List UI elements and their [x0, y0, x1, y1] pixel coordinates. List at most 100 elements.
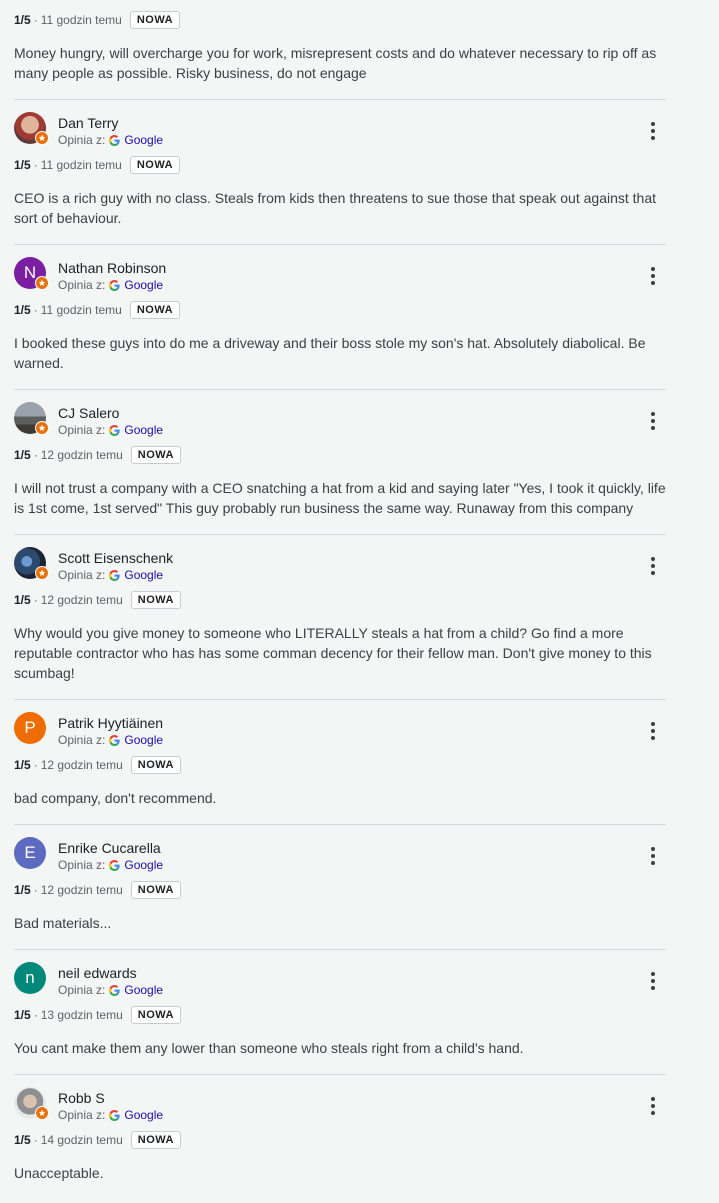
review-header: Robb S Opinia z: Google	[14, 1075, 666, 1127]
review-time: 12 godzin temu	[40, 883, 123, 897]
review-meta: 1/5 · 11 godzin temu NOWA	[14, 152, 666, 178]
separator-dot: ·	[33, 448, 38, 462]
google-link[interactable]: Google	[124, 278, 163, 292]
google-link[interactable]: Google	[124, 983, 163, 997]
source-label: Opinia z:	[58, 733, 106, 747]
review-text: Bad materials...	[14, 915, 112, 931]
review-time: 11 godzin temu	[40, 13, 122, 27]
separator-dot: ·	[33, 1008, 38, 1022]
google-link[interactable]: Google	[124, 733, 163, 747]
google-g-icon	[109, 1109, 121, 1121]
more-options-icon[interactable]	[644, 970, 662, 992]
reviewer-name[interactable]: Robb S	[58, 1090, 105, 1106]
local-guide-icon	[35, 131, 49, 145]
more-options-icon[interactable]	[644, 410, 662, 432]
review-rating: 1/5	[14, 448, 31, 462]
review-text: bad company, don't recommend.	[14, 790, 217, 806]
more-options-icon[interactable]	[644, 555, 662, 577]
review-item: Robb S Opinia z: Google 1/5 · 14 godzin …	[14, 1075, 666, 1199]
avatar[interactable]	[14, 402, 49, 435]
google-g-icon	[109, 859, 121, 871]
google-g-icon	[109, 424, 121, 436]
more-options-icon[interactable]	[644, 720, 662, 742]
avatar[interactable]	[14, 547, 49, 580]
source-label: Opinia z:	[58, 858, 106, 872]
reviewer-name[interactable]: Enrike Cucarella	[58, 840, 161, 856]
review-meta: 1/5 · 12 godzin temu NOWA	[14, 752, 666, 778]
separator-dot: ·	[33, 758, 38, 772]
reviewer-name[interactable]: Dan Terry	[58, 115, 118, 131]
google-g-icon	[109, 734, 121, 746]
review-header: Scott Eisenschenk Opinia z: Google	[14, 535, 666, 587]
avatar[interactable]: E	[14, 837, 46, 869]
avatar-letter: n	[25, 968, 35, 987]
review-text: You cant make them any lower than someon…	[14, 1040, 524, 1056]
review-time: 12 godzin temu	[40, 593, 123, 607]
review-rating: 1/5	[14, 758, 31, 772]
google-g-icon	[109, 984, 121, 996]
avatar[interactable]: n	[14, 962, 46, 994]
google-link[interactable]: Google	[124, 133, 163, 147]
local-guide-icon	[35, 421, 49, 435]
source-label: Opinia z:	[58, 423, 106, 437]
review-header: N Nathan Robinson Opinia z: Google	[14, 245, 666, 297]
separator-dot: ·	[33, 1133, 38, 1147]
review-meta: 1/5 · 12 godzin temu NOWA	[14, 587, 666, 613]
new-badge: NOWA	[130, 591, 181, 609]
reviews-list: 1/5 · 11 godzin temu NOWA Money hungry, …	[14, 0, 666, 1199]
more-options-icon[interactable]	[644, 1095, 662, 1117]
review-item: Dan Terry Opinia z: Google 1/5 · 11 godz…	[14, 100, 666, 245]
source-label: Opinia z:	[58, 568, 106, 582]
review-rating: 1/5	[14, 13, 31, 27]
review-time: 12 godzin temu	[40, 758, 123, 772]
new-badge: NOWA	[130, 1006, 181, 1024]
review-source: Opinia z: Google	[58, 278, 163, 292]
reviewer-name[interactable]: Patrik Hyytiäinen	[58, 715, 163, 731]
local-guide-icon	[35, 566, 49, 580]
new-badge: NOWA	[130, 1131, 181, 1149]
reviewer-name[interactable]: Nathan Robinson	[58, 260, 166, 276]
review-source: Opinia z: Google	[58, 733, 163, 747]
review-item: P Patrik Hyytiäinen Opinia z: Google 1/5…	[14, 700, 666, 825]
avatar-letter: P	[24, 718, 36, 737]
new-badge: NOWA	[130, 756, 181, 774]
google-link[interactable]: Google	[124, 568, 163, 582]
new-badge: NOWA	[129, 156, 181, 174]
google-link[interactable]: Google	[124, 1108, 163, 1122]
review-header: E Enrike Cucarella Opinia z: Google	[14, 825, 666, 877]
local-guide-icon	[35, 1106, 49, 1120]
reviewer-name[interactable]: neil edwards	[58, 965, 137, 981]
avatar[interactable]: N	[14, 257, 49, 290]
review-header: CJ Salero Opinia z: Google	[14, 390, 666, 442]
more-options-icon[interactable]	[644, 845, 662, 867]
review-time: 14 godzin temu	[40, 1133, 123, 1147]
review-item: n neil edwards Opinia z: Google 1/5 · 13…	[14, 950, 666, 1075]
source-label: Opinia z:	[58, 1108, 106, 1122]
review-rating: 1/5	[14, 303, 31, 317]
google-g-icon	[109, 569, 121, 581]
separator-dot: ·	[33, 158, 38, 172]
new-badge: NOWA	[130, 881, 181, 899]
new-badge: NOWA	[129, 301, 181, 319]
review-text: I will not trust a company with a CEO sn…	[14, 480, 666, 516]
more-options-icon[interactable]	[644, 120, 662, 142]
review-time: 11 godzin temu	[40, 158, 122, 172]
avatar[interactable]: P	[14, 712, 46, 744]
google-link[interactable]: Google	[124, 423, 163, 437]
review-header: Dan Terry Opinia z: Google	[14, 100, 666, 152]
review-item: E Enrike Cucarella Opinia z: Google 1/5 …	[14, 825, 666, 950]
review-source: Opinia z: Google	[58, 858, 163, 872]
google-link[interactable]: Google	[124, 858, 163, 872]
new-badge: NOWA	[130, 446, 181, 464]
reviewer-name[interactable]: CJ Salero	[58, 405, 119, 421]
review-meta: 1/5 · 12 godzin temu NOWA	[14, 877, 666, 903]
more-options-icon[interactable]	[644, 265, 662, 287]
review-header: n neil edwards Opinia z: Google	[14, 950, 666, 1002]
review-text: Money hungry, will overcharge you for wo…	[14, 45, 657, 81]
avatar[interactable]	[14, 1087, 49, 1120]
avatar[interactable]	[14, 112, 49, 145]
review-meta: 1/5 · 13 godzin temu NOWA	[14, 1002, 666, 1028]
review-text: Unacceptable.	[14, 1165, 104, 1181]
review-meta: 1/5 · 14 godzin temu NOWA	[14, 1127, 666, 1153]
reviewer-name[interactable]: Scott Eisenschenk	[58, 550, 173, 566]
